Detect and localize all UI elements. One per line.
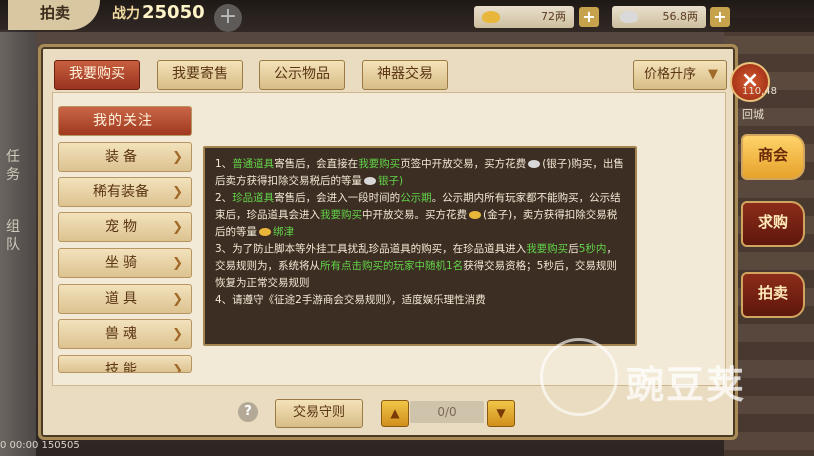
sidebar-item-beast-soul[interactable]: 兽魂 ❯: [58, 319, 192, 349]
left-tab-team[interactable]: 组队: [2, 218, 24, 254]
sidebar-item-label: 兽魂: [105, 326, 141, 342]
map-coordinates: 110,48: [742, 86, 777, 97]
sidebar-item-label: 道具: [105, 291, 141, 307]
rule-line-2: 2、珍品道具寄售后，会进入一段时间的公示期。公示期内所有玩家都不能购买，公示结束…: [215, 192, 621, 238]
chevron-down-icon: ❯: [172, 150, 183, 165]
silver-amount: 56.8两: [662, 10, 699, 23]
help-icon[interactable]: ?: [238, 402, 258, 422]
add-silver-button[interactable]: +: [710, 7, 730, 27]
sidebar-item-skill[interactable]: 技能 ❯: [58, 355, 192, 373]
side-button-auction[interactable]: 拍卖: [741, 272, 805, 318]
chevron-down-icon: ❯: [172, 185, 183, 200]
sidebar-item-label: 坐骑: [105, 255, 141, 271]
tab-consign[interactable]: 我要寄售: [157, 60, 243, 90]
chat-text: 0 00:00 150505: [0, 440, 80, 451]
sidebar-item-props[interactable]: 道具 ❯: [58, 284, 192, 314]
side-button-guild[interactable]: 商会: [741, 134, 805, 180]
add-gold-button[interactable]: +: [579, 7, 599, 27]
tab-buy[interactable]: 我要购买: [54, 60, 140, 90]
chat-strip[interactable]: 0 00:00 150505: [0, 436, 160, 456]
rule-line-3: 3、为了防止脚本等外挂工具扰乱珍品道具的购买，在珍品道具进入我要购买后5秒内，交…: [215, 243, 617, 289]
silver-coin-icon: [364, 177, 376, 185]
watermark-text: 豌豆荚: [626, 363, 747, 407]
trade-rules-tooltip: 1、普通道具寄售后，会直接在我要购买页签中开放交易，买方花费 (银子)购买，出售后…: [203, 146, 637, 346]
trade-rules-button[interactable]: 交易守则: [275, 399, 363, 428]
gold-ingot-icon: [482, 11, 500, 23]
watermark: 豌豆荚: [540, 338, 790, 418]
combat-power-label: 战力: [112, 6, 140, 22]
sidebar-item-label: 装备: [105, 149, 141, 165]
sidebar-item-label: 技能: [105, 362, 141, 373]
sidebar-item-equipment[interactable]: 装备 ❯: [58, 142, 192, 172]
gold-coin-icon: [259, 228, 271, 236]
sidebar-item-label: 宠物: [105, 219, 141, 235]
sidebar-item-rare-equipment[interactable]: 稀有装备 ❯: [58, 177, 192, 207]
silver-coin-icon: [528, 160, 541, 168]
chevron-down-icon: ❯: [172, 327, 183, 342]
side-button-request[interactable]: 求购: [741, 201, 805, 247]
rule-line-1: 1、普通道具寄售后，会直接在我要购买页签中开放交易，买方花费 (银子)购买，出售后…: [215, 158, 624, 187]
chevron-down-icon: ❯: [172, 220, 183, 235]
chevron-down-icon: ❯: [172, 292, 183, 307]
sidebar-item-my-follow[interactable]: 我的关注: [58, 106, 192, 136]
gold-coin-icon: [469, 211, 481, 219]
next-page-button[interactable]: ▼: [487, 400, 515, 427]
gold-amount: 72两: [541, 10, 566, 23]
chevron-down-icon: ❯: [172, 363, 183, 373]
left-tab-task[interactable]: 任务: [2, 148, 24, 184]
add-power-button[interactable]: +: [214, 4, 242, 32]
rule-line-4: 4、请遵守《征途2手游商会交易规则》，适度娱乐理性消费: [215, 294, 486, 306]
sort-dropdown[interactable]: 价格升序 ▼: [633, 60, 727, 90]
watermark-logo-icon: [540, 338, 618, 416]
sidebar-item-mount[interactable]: 坐骑 ❯: [58, 248, 192, 278]
down-triangle-icon: ▼: [496, 406, 506, 420]
tab-public-items[interactable]: 公示物品: [259, 60, 345, 90]
sidebar-item-pet[interactable]: 宠物 ❯: [58, 212, 192, 242]
chevron-down-icon: ▼: [708, 67, 718, 82]
chevron-down-icon: ❯: [172, 256, 183, 271]
sidebar-item-label: 我的关注: [93, 113, 153, 129]
silver-ingot-icon: [620, 11, 638, 23]
up-triangle-icon: ▲: [390, 406, 400, 420]
prev-page-button[interactable]: ▲: [381, 400, 409, 427]
return-city-button[interactable]: 回城: [742, 106, 764, 122]
tab-artifact-trade[interactable]: 神器交易: [362, 60, 448, 90]
sort-label: 价格升序: [644, 67, 697, 82]
sidebar-item-label: 稀有装备: [93, 184, 149, 200]
page-indicator: 0/0: [410, 401, 484, 423]
combat-power: 战力 25050: [112, 2, 205, 23]
combat-power-value: 25050: [142, 2, 205, 23]
